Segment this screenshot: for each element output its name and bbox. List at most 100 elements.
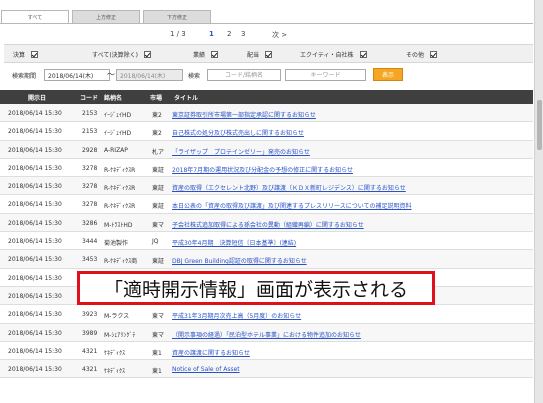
cell-title-link[interactable]: Notice of Sale of Asset	[172, 366, 240, 373]
table-row: 2018/06/14 15:30 3444 菊池製作 JQ 平成30年4月期 決算短信〔…	[0, 232, 533, 251]
cell-code: 3286	[82, 219, 98, 227]
filter-all-except-earnings[interactable]: すべて(決算除く)	[92, 50, 152, 59]
cell-market: 東2	[152, 112, 162, 119]
cell-date: 2018/06/14 15:30	[8, 256, 62, 264]
checkbox-checked-icon[interactable]	[31, 51, 39, 58]
filter-performance[interactable]: 業績	[193, 50, 219, 59]
filter-earnings[interactable]: 決算	[13, 50, 39, 59]
cell-title-link[interactable]: 「ライザップ プロテインゼリー」発売のお知らせ	[172, 147, 310, 156]
cell-title-link[interactable]: 平成31年3月期月次売上高（5月度）のお知らせ	[172, 311, 301, 320]
tab-divider	[0, 23, 533, 24]
page-info: 1 / 3	[170, 30, 186, 38]
table-row: 2018/06/14 15:30 3278 R-ｹﾈﾃﾞｨｸｽR 東証 2018年7月期…	[0, 158, 533, 178]
filter-label: 配当	[247, 52, 260, 59]
cell-date: 2018/06/14 15:30	[8, 347, 62, 355]
cell-date: 2018/06/14 15:30	[8, 292, 62, 300]
filter-other[interactable]: その他	[406, 50, 438, 59]
cell-date: 2018/06/14 15:30	[8, 238, 62, 246]
cell-title-link[interactable]: 子会社株式追加取得による孫会社の異動（組織再編）に関するお知らせ	[172, 220, 364, 229]
cell-code: 3444	[82, 238, 98, 246]
range-tilde: 〜	[107, 70, 115, 79]
table-row: 2018/06/14 15:30 3989 M-ｼｪｱﾘﾝｸﾞﾃ 東マ （開示事項の経過…	[0, 323, 533, 342]
cell-title-link[interactable]: 自己株式の処分及び株式売出しに関するお知らせ	[172, 128, 304, 137]
scrollbar-thumb[interactable]	[537, 100, 542, 150]
tab-upward-revision[interactable]: 上方修正	[72, 10, 140, 24]
cell-title-link[interactable]: 資産の譲渡に関するお知らせ	[172, 348, 250, 357]
filter-equity-buyback[interactable]: エクイティ・自社株	[300, 50, 367, 59]
cell-date: 2018/06/14 15:30	[8, 183, 62, 191]
date-from-field[interactable]	[44, 69, 110, 81]
cell-market: 東1	[152, 368, 162, 376]
cell-market: 東証	[152, 203, 165, 211]
cell-market: 東証	[152, 185, 165, 193]
annotation-callout: 「適時開示情報」画面が表示される	[77, 271, 435, 305]
tab-bar: すべて 上方修正 下方修正	[1, 10, 214, 24]
cell-date: 2018/06/14 15:30	[8, 329, 62, 337]
page-link-3[interactable]: 3	[241, 30, 245, 38]
cell-name: 菊池製作	[104, 240, 129, 248]
cell-title-link[interactable]: 東京証券取引所市場第一部指定承認に関するお知らせ	[172, 110, 316, 119]
tab-downward-revision[interactable]: 下方修正	[143, 10, 211, 24]
cell-name: A-RIZAP	[104, 146, 128, 154]
cell-market: 東マ	[152, 331, 165, 339]
cell-date: 2018/06/14 15:30	[8, 201, 62, 209]
cell-name: M-ｼｪｱﾘﾝｸﾞﾃ	[104, 331, 136, 339]
header-title: タイトル	[174, 95, 199, 102]
filter-dividend[interactable]: 配当	[247, 50, 273, 59]
cell-title-link[interactable]: 資産の取得（エクセレント北野）及び譲渡（ＫＤＸ新町レジデンス）に関するお知らせ	[172, 183, 406, 192]
checkbox-checked-icon[interactable]	[211, 51, 219, 58]
cell-date: 2018/06/14 15:30	[8, 164, 62, 172]
keyword-input[interactable]	[285, 69, 366, 81]
cell-date: 2018/06/14 15:30	[8, 219, 62, 227]
page-link-2[interactable]: 2	[227, 30, 231, 38]
checkbox-checked-icon[interactable]	[144, 51, 152, 58]
cell-date: 2018/06/14 15:30	[8, 366, 62, 374]
cell-code: 3453	[82, 256, 98, 264]
cell-title-link[interactable]: 本日公表の「資産の取得及び譲渡」及び関連するプレスリリースについての補足説明資料	[172, 201, 412, 210]
cell-code: 3923	[82, 311, 98, 319]
table-row: 2018/06/14 15:30 3278 R-ｹﾈﾃﾞｨｸｽR 東証 本日公表の「資産…	[0, 195, 533, 214]
cell-title-link[interactable]: DBJ Green Building認証の取得に関するお知らせ	[172, 256, 307, 265]
page-link-1[interactable]: 1	[209, 30, 214, 38]
cell-title-link[interactable]: 平成30年4月期 決算短信〔日本基準〕(連結)	[172, 238, 296, 247]
cell-date: 2018/06/14 15:30	[8, 128, 62, 136]
cell-code: 2153	[82, 128, 98, 136]
checkbox-checked-icon[interactable]	[265, 51, 273, 58]
cell-code: 3278	[82, 183, 98, 191]
table-row: 2018/06/14 15:30 2928 A-RIZAP 札ア 「ライザップ プロテイ…	[0, 140, 533, 159]
filter-label: 決算	[13, 52, 26, 59]
cell-name: R-ｹﾈﾃﾞｨｸｽR	[104, 203, 136, 211]
cell-name: ｲｰｼﾞｪｲHD	[104, 130, 132, 138]
search-row: 検索期間 〜 検索 表示	[0, 67, 533, 83]
cell-market: 東1	[152, 349, 162, 357]
date-to-field[interactable]	[116, 69, 183, 81]
table-row: 2018/06/14 15:30 3453 R-ｹﾈﾃﾞｨｸｽ商 東証 DBJ Gree…	[0, 250, 533, 269]
cell-code: 4321	[82, 366, 98, 374]
disclosure-page: すべて 上方修正 下方修正 1 / 3 1 2 3 次 > 決算 すべて(決算除…	[0, 0, 543, 403]
show-button[interactable]: 表示	[373, 68, 403, 81]
filter-label: エクイティ・自社株	[300, 52, 354, 59]
cell-name: ｲｰｼﾞｪｲHD	[104, 112, 132, 119]
tab-all[interactable]: すべて	[1, 10, 69, 24]
period-label: 検索期間	[12, 73, 37, 80]
checkbox-checked-icon[interactable]	[430, 51, 438, 58]
cell-title-link[interactable]: 2018年7月期の運用状況及び分配金の予想の修正に関するお知らせ	[172, 165, 353, 174]
checkbox-checked-icon[interactable]	[359, 51, 367, 58]
vertical-scrollbar[interactable]	[534, 0, 543, 403]
table-row: 2018/06/14 15:30 3286 M-ﾄﾗｽﾄHD 東マ 子会社株式追加取得に…	[0, 213, 533, 233]
cell-code: 2153	[82, 110, 98, 117]
annotation-text: 「適時開示情報」画面が表示される	[103, 278, 408, 301]
cell-name: R-ｹﾈﾃﾞｨｸｽR	[104, 185, 136, 193]
cell-name: R-ｹﾈﾃﾞｨｸｽR	[104, 166, 136, 174]
cell-date: 2018/06/14 15:30	[8, 311, 62, 319]
table-row: 2018/06/14 15:30 3278 R-ｹﾈﾃﾞｨｸｽR 東証 資産の取得（エク…	[0, 177, 533, 196]
table-row: 2018/06/14 15:30 3923 M-ラクス 東マ 平成31年3月期月次売上高…	[0, 305, 533, 324]
next-page-link[interactable]: 次 >	[272, 30, 287, 40]
table-row: 2018/06/14 15:30 4321 ｹﾈﾃﾞｨｸｽ 東1 資産の譲渡に関するお知…	[0, 341, 533, 361]
table-row: 2018/06/14 15:30 2153 ｲｰｼﾞｪｲHD 東2 東京証券取引所市場第…	[0, 104, 533, 123]
code-name-input[interactable]	[207, 69, 281, 81]
cell-date: 2018/06/14 15:30	[8, 146, 62, 154]
filter-label: その他	[406, 52, 425, 59]
cell-title-link[interactable]: （開示事項の経過）「民泊型ホテル事業」における物件追加のお知らせ	[172, 330, 361, 339]
header-name: 銘柄名	[104, 95, 123, 102]
